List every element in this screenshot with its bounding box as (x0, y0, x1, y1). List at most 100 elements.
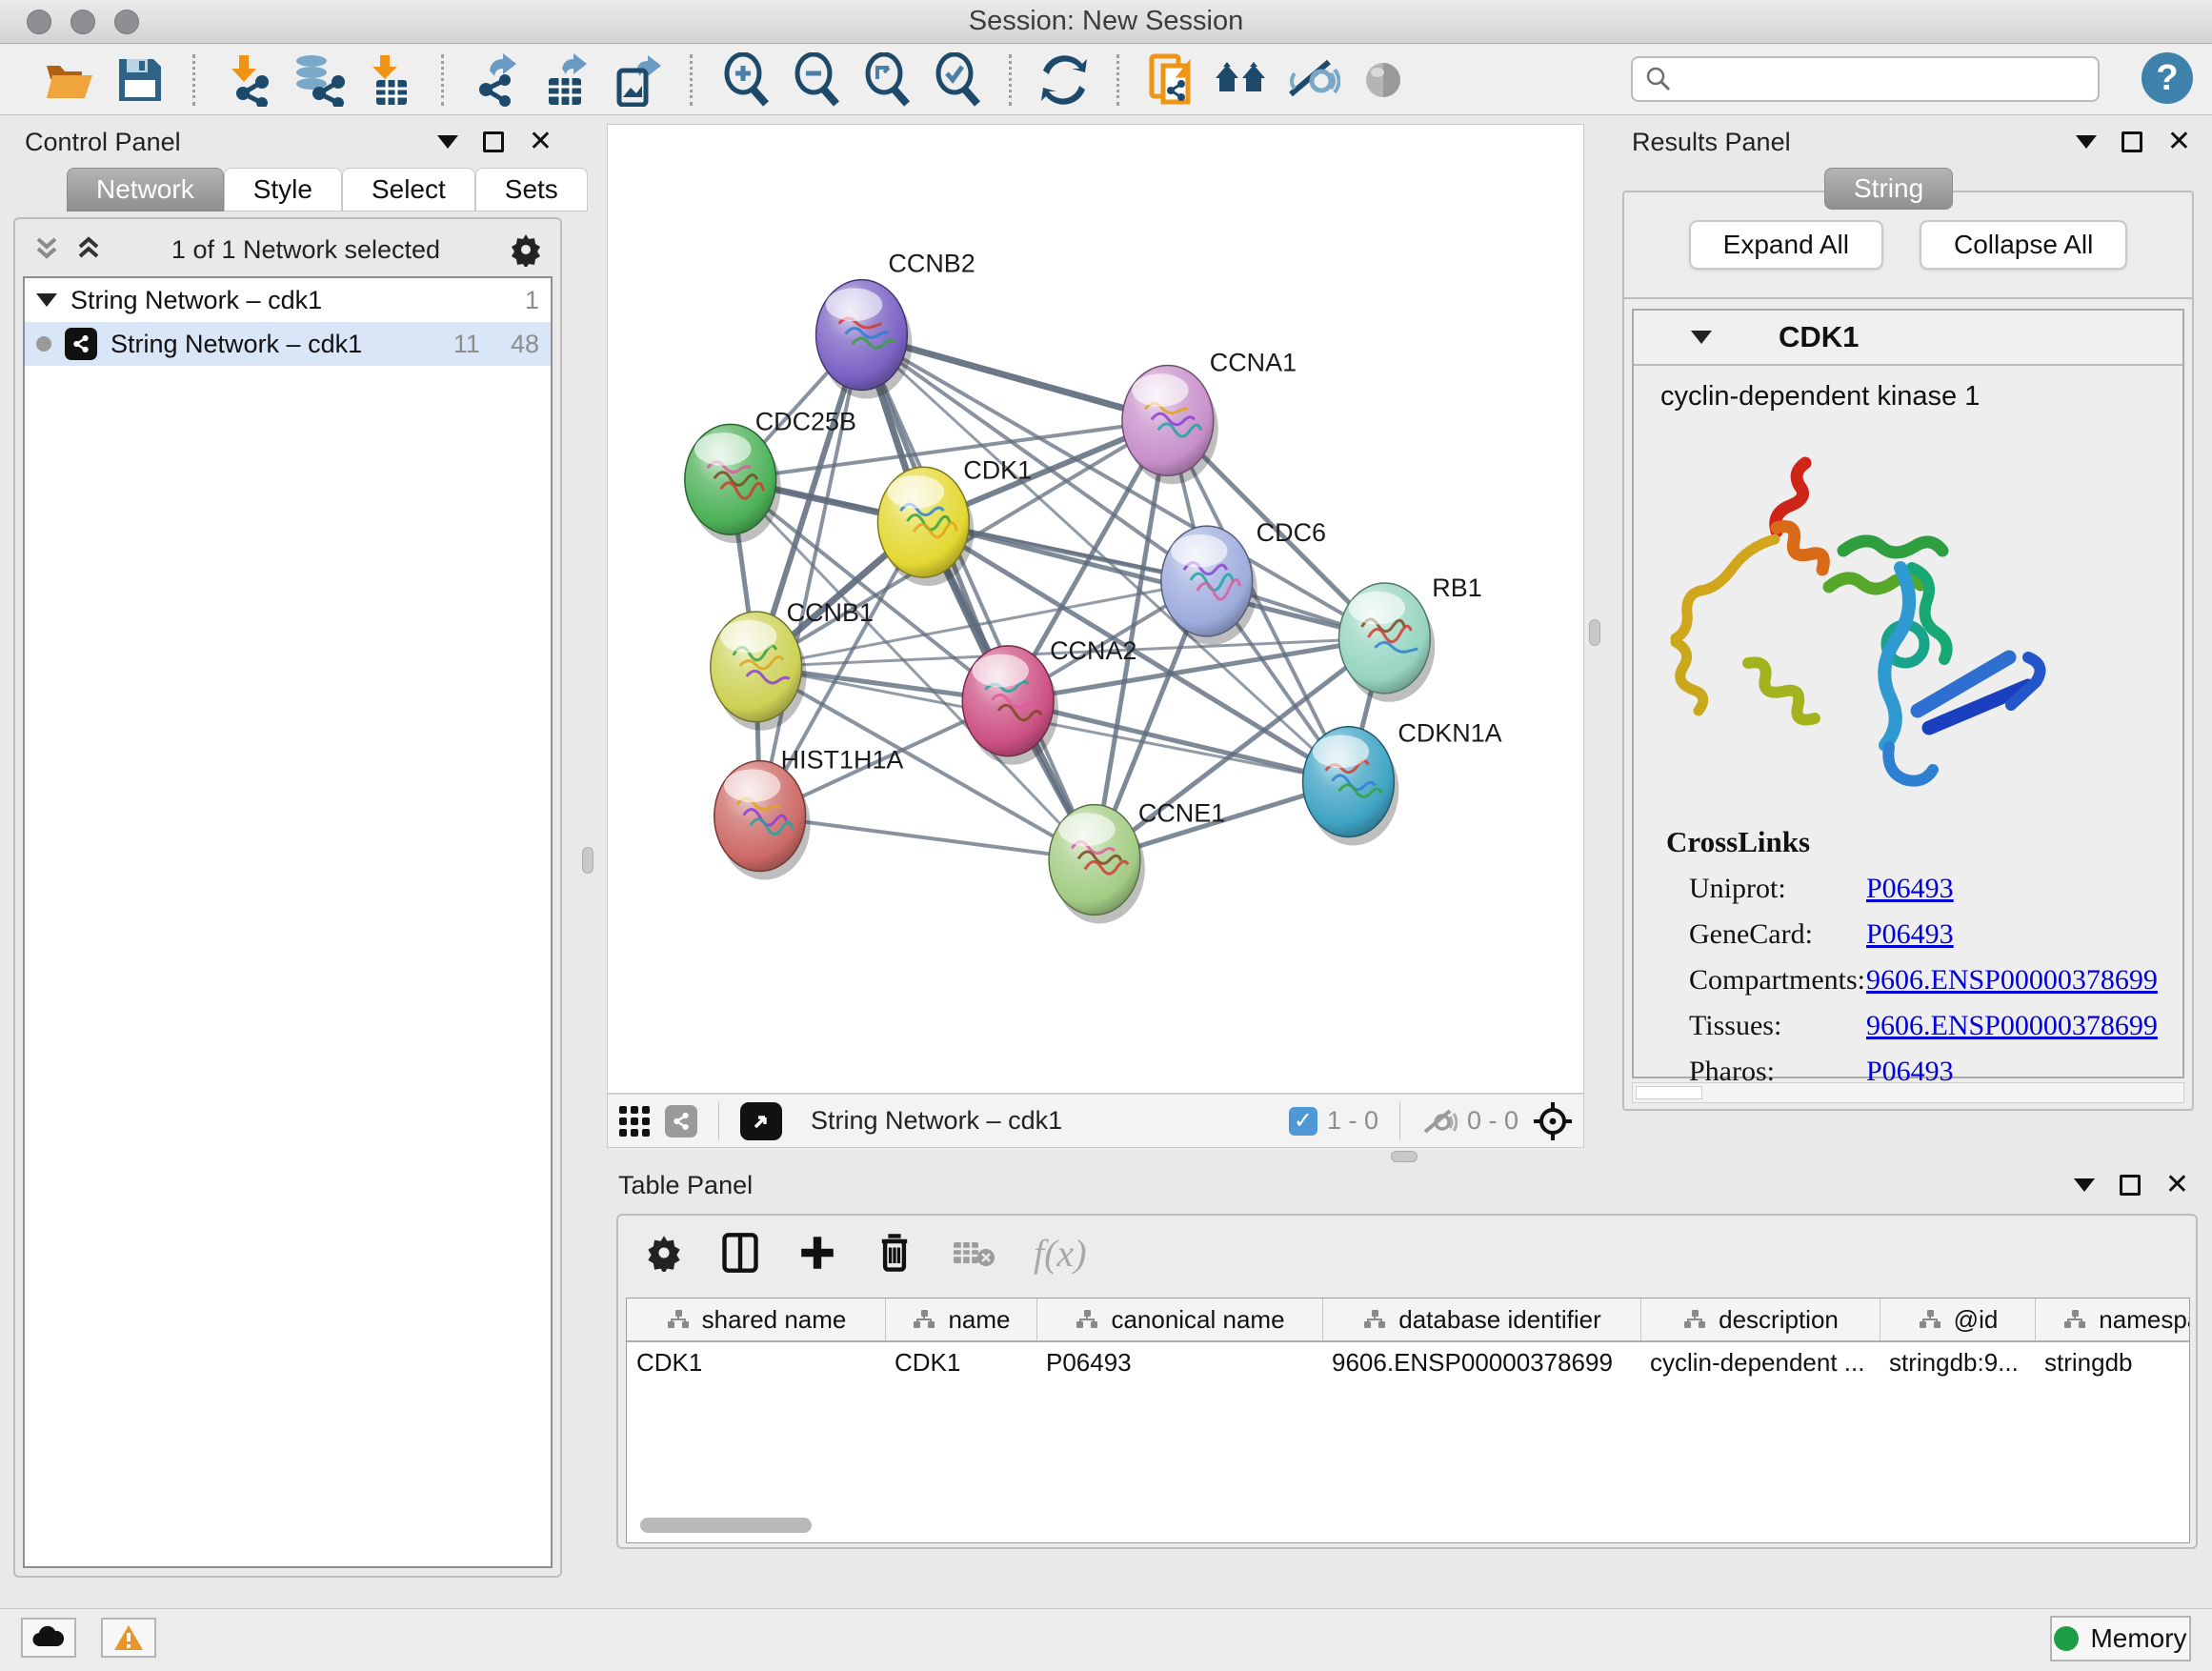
table-cell[interactable]: cyclin-dependent ... (1640, 1342, 1880, 1386)
export-image-icon[interactable] (608, 52, 667, 108)
expand-all-tree-icon[interactable] (32, 233, 61, 266)
string-glasses-icon[interactable] (1283, 52, 1342, 108)
cloud-status-button[interactable] (21, 1618, 76, 1658)
close-panel-icon[interactable]: ✕ (2167, 128, 2191, 156)
save-session-icon[interactable] (111, 52, 170, 108)
column-header-namespace[interactable]: namespace (2035, 1299, 2190, 1340)
network-canvas[interactable]: CCNB2CCNA1CDC25BCDK1CDC6RB1CCNB1CCNA2CDK… (607, 124, 1584, 1094)
results-scrollbar[interactable] (1632, 1082, 2184, 1103)
network-node-CDKN1A[interactable]: CDKN1A (1303, 719, 1502, 846)
expand-all-button[interactable]: Expand All (1689, 220, 1883, 270)
tab-string[interactable]: String (1824, 168, 1953, 210)
crosslink-link[interactable]: P06493 (1866, 873, 1954, 905)
import-network-database-icon[interactable] (289, 52, 348, 108)
column-header-description[interactable]: description (1640, 1299, 1880, 1340)
collapse-all-button[interactable]: Collapse All (1920, 220, 2127, 270)
search-input[interactable] (1680, 65, 2081, 94)
import-network-icon[interactable] (218, 52, 277, 108)
selected-checkbox-icon[interactable]: ✓ (1289, 1107, 1317, 1136)
table-cell[interactable]: 9606.ENSP00000378699 (1322, 1342, 1640, 1386)
collapse-all-tree-icon[interactable] (74, 233, 103, 266)
crosslink-link[interactable]: 9606.ENSP00000378699 (1866, 964, 2158, 997)
network-node-HIST1H1A[interactable]: HIST1H1A (714, 746, 904, 880)
zoom-window-button[interactable] (114, 10, 139, 34)
crosslink-link[interactable]: 9606.ENSP00000378699 (1866, 1010, 2158, 1042)
delete-column-icon[interactable] (875, 1232, 914, 1274)
collapse-panel-icon[interactable] (2076, 135, 2097, 149)
tree-expand-icon[interactable] (36, 293, 57, 307)
table-row[interactable]: CDK1CDK1P064939606.ENSP00000378699cyclin… (627, 1342, 2189, 1386)
memory-label: Memory (2090, 1623, 2186, 1654)
minimize-window-button[interactable] (70, 10, 95, 34)
bottom-splitter-grip[interactable] (1391, 1151, 1418, 1162)
zoom-fit-icon[interactable] (856, 52, 915, 108)
close-window-button[interactable] (27, 10, 51, 34)
toolbar-separator (1399, 1102, 1400, 1140)
fit-content-crosshair-icon[interactable] (1532, 1100, 1574, 1142)
string-protein-query-icon[interactable] (1142, 52, 1201, 108)
network-node-CCNB2[interactable]: CCNB2 (816, 250, 975, 399)
node-table[interactable]: shared namenamecanonical namedatabase id… (626, 1298, 2190, 1543)
export-network-icon[interactable] (467, 52, 526, 108)
table-cell[interactable]: CDK1 (627, 1342, 885, 1386)
string-eye-icon[interactable] (1354, 52, 1413, 108)
tab-network[interactable]: Network (67, 168, 224, 211)
column-header-database-identifier[interactable]: database identifier (1322, 1299, 1640, 1340)
zoom-selected-icon[interactable] (927, 52, 986, 108)
node-section-title: CDK1 (1779, 320, 1859, 354)
crosslink-link[interactable]: P06493 (1866, 918, 1954, 951)
show-columns-icon[interactable] (721, 1232, 759, 1274)
network-graph[interactable]: CCNB2CCNA1CDC25BCDK1CDC6RB1CCNB1CCNA2CDK… (608, 125, 1583, 1093)
import-table-icon[interactable] (359, 52, 418, 108)
open-session-icon[interactable] (40, 52, 99, 108)
network-row[interactable]: String Network – cdk1 11 48 (25, 322, 551, 366)
left-splitter-grip[interactable] (582, 847, 593, 874)
tab-sets[interactable]: Sets (475, 168, 588, 211)
table-hscrollbar[interactable] (640, 1518, 812, 1533)
column-header-shared-name[interactable]: shared name (627, 1299, 885, 1340)
column-header-name[interactable]: name (885, 1299, 1036, 1340)
string-homes-icon[interactable] (1213, 52, 1272, 108)
network-node-CCNA2[interactable]: CCNA2 (962, 636, 1136, 765)
table-cell[interactable]: CDK1 (885, 1342, 1036, 1386)
network-node-CDK1[interactable]: CDK1 (877, 455, 1032, 586)
search-box (1631, 56, 2100, 102)
zoom-in-icon[interactable] (715, 52, 774, 108)
birdseye-view-icon[interactable] (740, 1102, 782, 1140)
collapse-panel-icon[interactable] (437, 135, 458, 149)
control-panel-title: Control Panel (25, 128, 181, 157)
float-panel-icon[interactable] (2122, 131, 2142, 152)
close-panel-icon[interactable]: ✕ (2165, 1171, 2189, 1199)
node-label-CDK1: CDK1 (963, 455, 1032, 484)
table-cell[interactable]: P06493 (1036, 1342, 1322, 1386)
protein-structure-image (1662, 425, 2062, 806)
table-cell[interactable]: stringdb:9... (1880, 1342, 2035, 1386)
table-settings-gear-icon[interactable] (645, 1234, 683, 1272)
collapse-panel-icon[interactable] (2074, 1178, 2095, 1192)
float-panel-icon[interactable] (2120, 1175, 2141, 1196)
float-panel-icon[interactable] (483, 131, 504, 152)
network-collection-row[interactable]: String Network – cdk1 1 (25, 278, 551, 322)
network-view-icon[interactable] (665, 1105, 697, 1137)
tab-style[interactable]: Style (224, 168, 342, 211)
network-node-CCNB1[interactable]: CCNB1 (711, 598, 874, 731)
network-node-CCNE1[interactable]: CCNE1 (1049, 799, 1225, 924)
close-panel-icon[interactable]: ✕ (529, 128, 553, 156)
memory-button[interactable]: Memory (2050, 1616, 2191, 1661)
export-table-icon[interactable] (537, 52, 596, 108)
tab-select[interactable]: Select (342, 168, 475, 211)
section-collapse-icon[interactable] (1691, 331, 1712, 344)
gear-icon[interactable] (509, 232, 543, 267)
refresh-layout-icon[interactable] (1035, 52, 1094, 108)
warnings-button[interactable] (101, 1618, 156, 1658)
add-column-icon[interactable] (797, 1233, 837, 1273)
help-button[interactable]: ? (2142, 52, 2193, 104)
column-header-@id[interactable]: @id (1880, 1299, 2035, 1340)
network-node-CDC6[interactable]: CDC6 (1161, 518, 1326, 645)
grid-view-icon[interactable] (617, 1104, 652, 1138)
table-cell[interactable]: stringdb (2035, 1342, 2190, 1386)
column-header-canonical-name[interactable]: canonical name (1036, 1299, 1322, 1340)
right-splitter-grip[interactable] (1589, 619, 1600, 646)
network-node-RB1[interactable]: RB1 (1338, 574, 1481, 702)
zoom-out-icon[interactable] (786, 52, 845, 108)
